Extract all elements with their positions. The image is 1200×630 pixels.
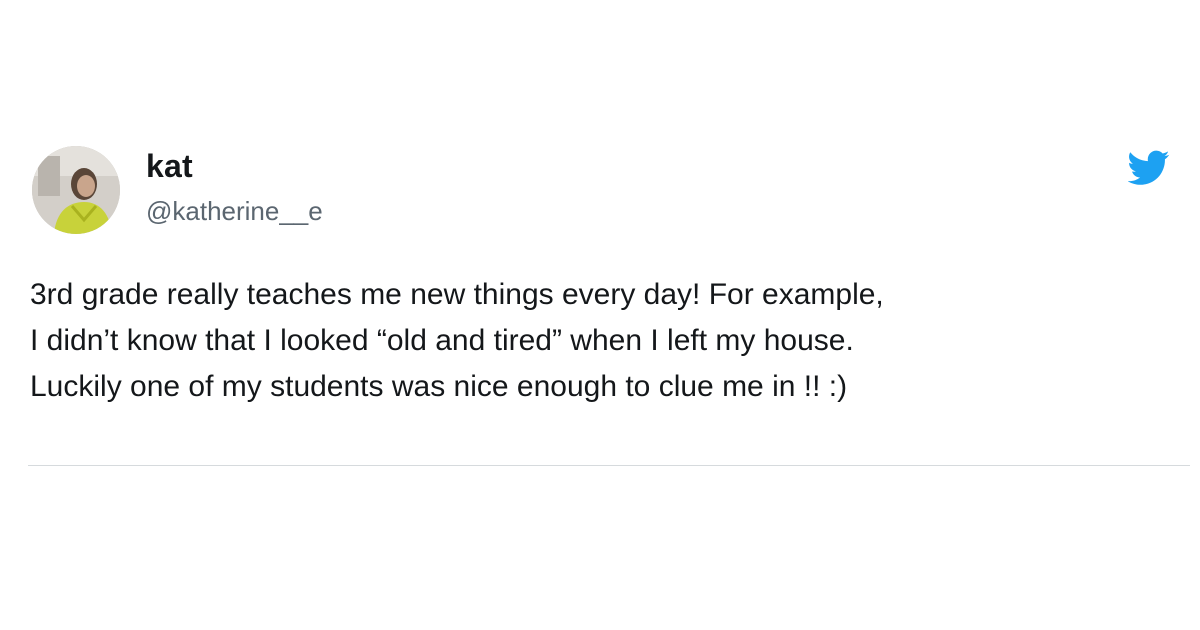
display-name[interactable]: kat: [146, 148, 193, 185]
tweet-text-line: I didn’t know that I looked “old and tir…: [30, 324, 854, 357]
tweet-card: kat @katherine__e 3rd grade really teach…: [28, 138, 1190, 466]
tweet-screenshot: kat @katherine__e 3rd grade really teach…: [0, 0, 1200, 630]
tweet-text-line: Luckily one of my students was nice enou…: [30, 370, 848, 403]
tweet-text: 3rd grade really teaches me new things e…: [30, 272, 1180, 410]
divider: [28, 465, 1190, 466]
avatar-photo-icon: [32, 146, 120, 234]
tweet-text-line: 3rd grade really teaches me new things e…: [30, 278, 884, 311]
user-handle[interactable]: @katherine__e: [146, 196, 323, 227]
avatar[interactable]: [32, 146, 120, 234]
twitter-bird-icon[interactable]: [1128, 150, 1170, 186]
